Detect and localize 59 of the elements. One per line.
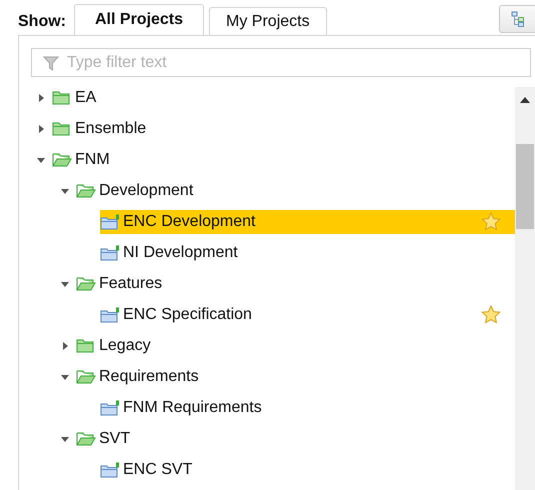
tree-item[interactable]: Legacy (76, 334, 515, 358)
tree-item[interactable]: Requirements (76, 364, 515, 388)
tree-item-label: ENC SVT (123, 460, 192, 478)
tree-item[interactable]: ENC Development (100, 210, 515, 234)
star-icon[interactable] (481, 212, 501, 231)
star-icon[interactable] (481, 305, 501, 324)
tree-item-label: FNM (75, 150, 110, 168)
project-icon (100, 214, 120, 230)
tree-item-label: Development (99, 182, 194, 200)
tree-item-label: Requirements (99, 368, 199, 386)
tree-item-label: SVT (99, 430, 130, 448)
tree-item[interactable]: ENC SVT (100, 458, 515, 482)
project-icon (100, 244, 120, 260)
scrollbar[interactable] (515, 87, 535, 490)
tree-item[interactable]: FNM Requirements (100, 396, 515, 420)
tree-item-label: Features (99, 274, 162, 292)
collapse-arrow-icon[interactable] (61, 186, 69, 194)
tree-item[interactable]: ENC Specification (100, 302, 515, 326)
filter-field[interactable]: Type filter text (31, 48, 531, 77)
tree-item[interactable]: FNM (52, 148, 515, 172)
show-label: Show: (18, 13, 66, 32)
collapse-arrow-icon[interactable] (61, 280, 69, 288)
tree-item[interactable]: Ensemble (52, 116, 515, 140)
tree-item-label: FNM Requirements (123, 398, 262, 416)
tree-item-label: Ensemble (75, 120, 146, 138)
tree-item[interactable]: Development (76, 178, 515, 202)
tree-item[interactable]: Features (76, 272, 515, 296)
folder-icon (52, 90, 72, 104)
tree-item-label: ENC Specification (123, 306, 252, 324)
folder-icon (76, 338, 96, 352)
collapse-arrow-icon[interactable] (61, 372, 69, 380)
open-folder-icon (52, 152, 72, 166)
expand-arrow-icon[interactable] (37, 124, 45, 132)
expand-arrow-icon[interactable] (61, 342, 69, 350)
tab[interactable]: All Projects (74, 4, 204, 35)
tab[interactable]: My Projects (209, 7, 327, 35)
collapse-arrow-icon[interactable] (61, 434, 69, 442)
tree-item-label: ENC Development (123, 212, 256, 230)
hierarchy-button[interactable] (499, 5, 535, 33)
tree-item-label: NI Development (123, 244, 238, 262)
open-folder-icon (76, 370, 96, 384)
collapse-arrow-icon[interactable] (37, 156, 45, 164)
open-folder-icon (76, 432, 96, 446)
project-icon (100, 462, 120, 478)
scroll-up-icon[interactable] (520, 97, 530, 103)
project-icon (100, 306, 120, 322)
project-icon (100, 400, 120, 416)
tree-item-label: EA (75, 88, 96, 106)
tree-item[interactable]: SVT (76, 426, 515, 450)
tree-item-label: Legacy (99, 336, 151, 354)
hierarchy-icon (510, 11, 524, 27)
expand-arrow-icon[interactable] (37, 94, 45, 102)
folder-icon (52, 122, 72, 136)
open-folder-icon (76, 184, 96, 198)
tree-item[interactable]: NI Development (100, 240, 515, 264)
filter-icon (43, 55, 59, 71)
scrollbar-thumb[interactable] (516, 144, 534, 229)
open-folder-icon (76, 276, 96, 290)
tree-item[interactable]: EA (52, 87, 515, 110)
